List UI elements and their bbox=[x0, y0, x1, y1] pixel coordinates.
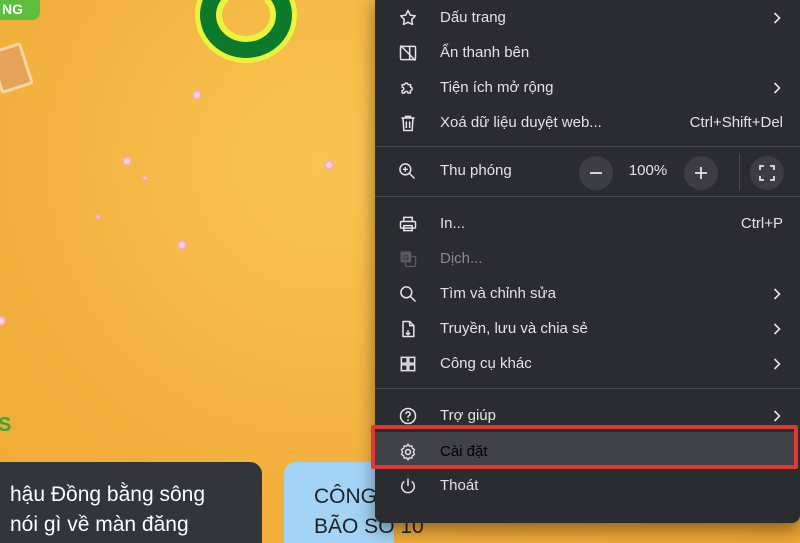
menu-item-clear-data[interactable]: Xoá dữ liệu duyệt web... Ctrl+Shift+Del bbox=[375, 105, 800, 140]
menu-item-bookmarks[interactable]: Dấu trang bbox=[375, 0, 800, 35]
help-icon bbox=[397, 405, 419, 427]
menu-divider bbox=[375, 388, 800, 389]
zoom-separator bbox=[739, 154, 740, 190]
flower-petal bbox=[324, 160, 334, 170]
flower-petal bbox=[122, 156, 132, 166]
star-icon bbox=[397, 7, 419, 29]
menu-item-label: Tìm và chỉnh sửa bbox=[440, 285, 556, 302]
fullscreen-button[interactable] bbox=[750, 156, 784, 190]
zoom-label: Thu phóng bbox=[440, 162, 512, 179]
svg-text:G: G bbox=[403, 252, 409, 261]
menu-item-label: Trợ giúp bbox=[440, 407, 496, 424]
menu-item-hide-sidebar[interactable]: Ẩn thanh bên bbox=[375, 35, 800, 70]
chevron-right-icon bbox=[771, 11, 783, 24]
menu-item-extensions[interactable]: Tiện ích mở rộng bbox=[375, 70, 800, 105]
grid-icon bbox=[397, 353, 419, 375]
search-icon bbox=[397, 283, 419, 305]
menu-item-label: Dịch... bbox=[440, 250, 483, 267]
translate-icon: G bbox=[397, 248, 419, 270]
trash-icon bbox=[397, 112, 419, 134]
menu-item-print[interactable]: In... Ctrl+P bbox=[375, 206, 800, 241]
chevron-right-icon bbox=[771, 357, 783, 370]
flower-petal bbox=[95, 214, 101, 220]
menu-item-label: Xoá dữ liệu duyệt web... bbox=[440, 114, 602, 131]
fullscreen-icon bbox=[759, 165, 775, 181]
news-card-title-line: nói gì về màn đăng bbox=[10, 513, 189, 536]
chevron-right-icon bbox=[771, 287, 783, 300]
news-card[interactable]: hậu Đồng bằng sông nói gì về màn đăng bbox=[0, 462, 262, 543]
menu-item-label: Tiện ích mở rộng bbox=[440, 79, 554, 96]
news-card-title-line: hậu Đồng bằng sông bbox=[10, 483, 205, 506]
menu-item-label: Truyền, lưu và chia sẻ bbox=[440, 320, 588, 337]
menu-divider bbox=[375, 196, 800, 197]
menu-item-find-edit[interactable]: Tìm và chỉnh sửa bbox=[375, 276, 800, 311]
flower-petal bbox=[142, 175, 148, 181]
flower-petal bbox=[192, 90, 202, 100]
menu-item-exit[interactable]: Thoát bbox=[375, 468, 800, 503]
sidebar-hide-icon bbox=[397, 42, 419, 64]
zoom-icon bbox=[397, 161, 419, 183]
flower-petal bbox=[177, 240, 187, 250]
menu-item-label: Ẩn thanh bên bbox=[440, 44, 530, 61]
keyboard-shortcut: Ctrl+P bbox=[740, 215, 783, 232]
highlight-box bbox=[371, 425, 798, 469]
zoom-out-button[interactable] bbox=[579, 156, 613, 190]
menu-item-label: Công cụ khác bbox=[440, 355, 532, 372]
site-logo[interactable]: NG bbox=[0, 0, 40, 20]
puzzle-icon bbox=[397, 77, 419, 99]
menu-item-label: Dấu trang bbox=[440, 9, 506, 26]
menu-divider bbox=[375, 146, 800, 147]
printer-icon bbox=[397, 213, 419, 235]
save-share-icon bbox=[397, 318, 419, 340]
chevron-right-icon bbox=[771, 409, 783, 422]
menu-item-cast-save-share[interactable]: Truyền, lưu và chia sẻ bbox=[375, 311, 800, 346]
chevron-right-icon bbox=[771, 322, 783, 335]
zoom-in-button[interactable] bbox=[684, 156, 718, 190]
zoom-level: 100% bbox=[628, 162, 668, 179]
menu-item-more-tools[interactable]: Công cụ khác bbox=[375, 346, 800, 381]
chevron-right-icon bbox=[771, 81, 783, 94]
menu-item-translate: G Dịch... bbox=[375, 241, 800, 276]
zoom-row: Thu phóng 100% bbox=[375, 152, 800, 192]
menu-item-label: In... bbox=[440, 215, 466, 232]
menu-item-label: Thoát bbox=[440, 477, 479, 494]
side-heading-fragment: S bbox=[0, 414, 12, 436]
keyboard-shortcut: Ctrl+Shift+Del bbox=[689, 114, 783, 131]
power-icon bbox=[397, 475, 419, 497]
